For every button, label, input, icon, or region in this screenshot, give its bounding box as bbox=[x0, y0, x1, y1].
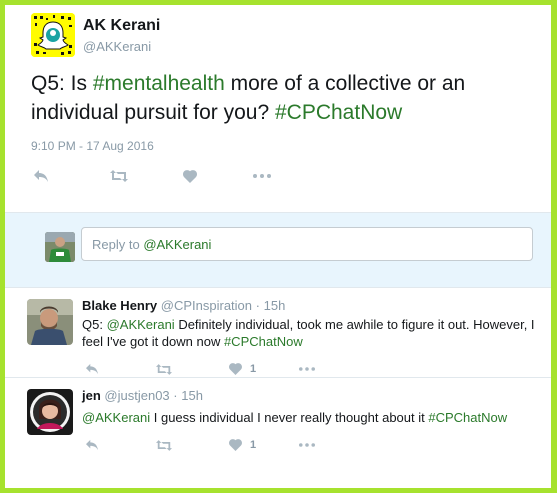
reply-author-name[interactable]: jen bbox=[82, 388, 101, 403]
mention-link[interactable]: @AKKerani bbox=[107, 317, 175, 332]
reply-icon[interactable] bbox=[33, 168, 49, 184]
like-icon[interactable] bbox=[183, 168, 197, 184]
author-handle[interactable]: @AKKerani bbox=[83, 39, 151, 54]
tweet-timestamp[interactable]: 9:10 PM - 17 Aug 2016 bbox=[31, 139, 154, 153]
reply-tweet: Blake Henry @CPInspiration · 15h Q5: @AK… bbox=[5, 289, 551, 378]
tweet-text: Q5: Is #mentalhealth more of a collectiv… bbox=[31, 69, 531, 127]
author-name[interactable]: AK Kerani bbox=[83, 17, 160, 35]
reply-author-avatar[interactable] bbox=[27, 299, 73, 345]
reply-icon[interactable] bbox=[85, 361, 99, 377]
retweet-icon[interactable] bbox=[110, 168, 128, 184]
reply-time[interactable]: 15h bbox=[264, 298, 286, 313]
reply-author-handle[interactable]: @justjen03 bbox=[104, 388, 169, 403]
hashtag-link[interactable]: #CPChatNow bbox=[224, 334, 303, 349]
reply-icon[interactable] bbox=[85, 437, 99, 453]
hashtag-link[interactable]: #mentalhealth bbox=[93, 72, 225, 95]
like-icon bbox=[229, 363, 242, 375]
reply-placeholder-prefix: Reply to bbox=[92, 237, 144, 252]
reply-placeholder-mention: @AKKerani bbox=[143, 237, 212, 252]
reply-separator: · bbox=[173, 388, 178, 403]
more-icon[interactable] bbox=[299, 437, 315, 453]
retweet-icon[interactable] bbox=[156, 437, 172, 453]
like-button[interactable]: 1 bbox=[229, 437, 256, 453]
reply-composer: Reply to @AKKerani bbox=[5, 212, 551, 288]
reply-author-name[interactable]: Blake Henry bbox=[82, 298, 157, 313]
more-icon[interactable] bbox=[299, 361, 315, 377]
tweet-detail-card: AK Kerani @AKKerani Q5: Is #mentalhealth… bbox=[5, 5, 551, 488]
author-avatar[interactable] bbox=[31, 13, 75, 57]
like-icon bbox=[229, 439, 242, 451]
reply-input[interactable]: Reply to @AKKerani bbox=[81, 227, 533, 261]
reply-author-avatar[interactable] bbox=[27, 389, 73, 435]
reply-header: Blake Henry @CPInspiration · 15h bbox=[82, 298, 285, 313]
like-count: 1 bbox=[250, 363, 257, 375]
hashtag-link[interactable]: #CPChatNow bbox=[428, 410, 507, 425]
reply-tweet: jen @justjen03 · 15h @AKKerani I guess i… bbox=[5, 379, 551, 464]
mention-link[interactable]: @AKKerani bbox=[82, 410, 150, 425]
current-user-avatar bbox=[45, 232, 75, 262]
reply-time[interactable]: 15h bbox=[181, 388, 203, 403]
reply-author-handle[interactable]: @CPInspiration bbox=[161, 298, 252, 313]
reply-text-prefix: Q5: bbox=[82, 317, 107, 332]
reply-text: @AKKerani I guess individual I never rea… bbox=[82, 409, 537, 426]
main-tweet: AK Kerani @AKKerani Q5: Is #mentalhealth… bbox=[5, 5, 551, 212]
reply-separator: · bbox=[255, 298, 260, 313]
like-count: 1 bbox=[250, 439, 257, 451]
hashtag-link[interactable]: #CPChatNow bbox=[275, 101, 402, 124]
reply-text-middle: I guess individual I never really though… bbox=[150, 410, 429, 425]
more-icon[interactable] bbox=[253, 168, 271, 184]
reply-text: Q5: @AKKerani Definitely individual, too… bbox=[82, 316, 537, 350]
retweet-icon[interactable] bbox=[156, 361, 172, 377]
reply-header: jen @justjen03 · 15h bbox=[82, 388, 203, 403]
tweet-text-prefix: Q5: Is bbox=[31, 72, 93, 95]
like-button[interactable]: 1 bbox=[229, 361, 256, 377]
